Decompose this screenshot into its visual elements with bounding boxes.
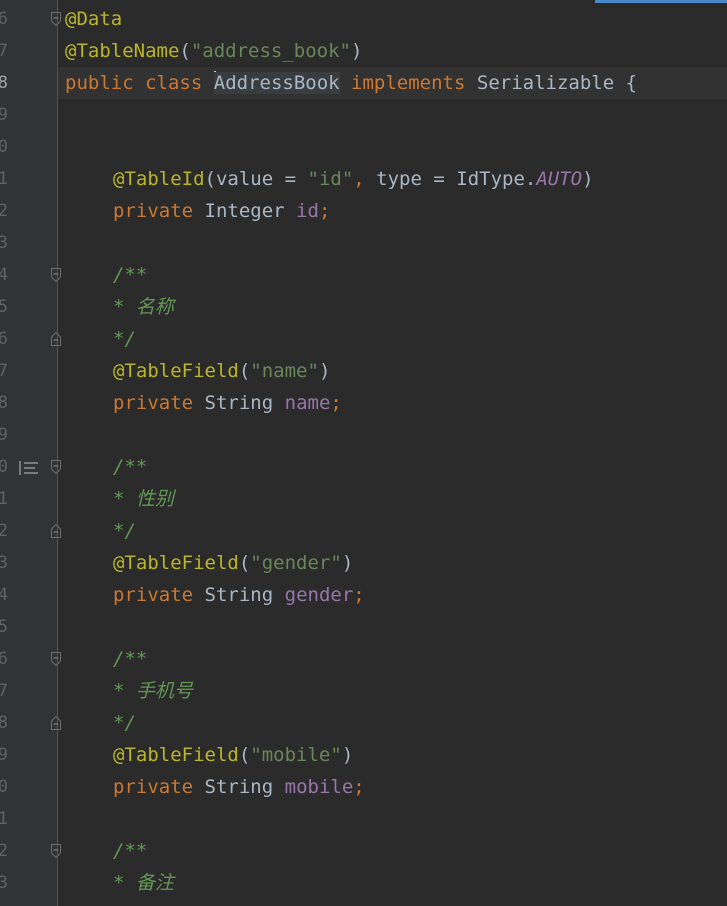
- code-text: /**: [113, 264, 148, 286]
- line-number: 0: [0, 777, 8, 797]
- code-text: * 备注: [113, 872, 174, 894]
- code-text: * 手机号: [113, 680, 193, 702]
- code-text: /**: [113, 840, 148, 862]
- fold-marker-icon[interactable]: [51, 12, 61, 26]
- code-text: private String mobile;: [113, 776, 365, 798]
- code-text: /**: [113, 648, 148, 670]
- code-line[interactable]: 1 @TableId(value = "id", type = IdType.A…: [0, 163, 727, 195]
- code-line[interactable]: 4 /**: [0, 259, 727, 291]
- code-text: private String name;: [113, 392, 342, 414]
- line-number: 5: [0, 617, 8, 637]
- line-number: 0: [0, 137, 8, 157]
- line-number: 5: [0, 297, 8, 317]
- code-text: @TableName("address_book"): [65, 40, 363, 62]
- code-text: * 性别: [113, 488, 174, 510]
- line-number: 7: [0, 681, 8, 701]
- code-line[interactable]: 9 @TableField("mobile"): [0, 739, 727, 771]
- code-line[interactable]: 7 @TableName("address_book"): [0, 35, 727, 67]
- line-number: 2: [0, 841, 8, 861]
- code-line[interactable]: 1: [0, 803, 727, 835]
- line-number: 1: [0, 809, 8, 829]
- line-number: 6: [0, 649, 8, 669]
- line-number: 2: [0, 521, 8, 541]
- code-text: @TableField("gender"): [113, 552, 354, 574]
- code-line[interactable]: 3 @TableField("gender"): [0, 547, 727, 579]
- code-line[interactable]: 7 * 手机号: [0, 675, 727, 707]
- line-number: 7: [0, 361, 8, 381]
- code-line[interactable]: 3 * 备注: [0, 867, 727, 899]
- code-text: @TableField("mobile"): [113, 744, 354, 766]
- code-line[interactable]: 4 private String gender;: [0, 579, 727, 611]
- code-line[interactable]: 5: [0, 611, 727, 643]
- code-text: private Integer id;: [113, 200, 331, 222]
- code-line[interactable]: 7 @TableField("name"): [0, 355, 727, 387]
- line-number: 9: [0, 105, 8, 125]
- code-text: @TableField("name"): [113, 360, 331, 382]
- fold-end-marker-icon[interactable]: [51, 524, 61, 538]
- line-number: 3: [0, 553, 8, 573]
- code-line[interactable]: 2 */: [0, 515, 727, 547]
- code-text: */: [113, 520, 136, 542]
- line-number: 6: [0, 9, 8, 29]
- implementation-marker-icon[interactable]: [19, 459, 39, 475]
- fold-marker-icon[interactable]: [51, 460, 61, 474]
- line-number: 6: [0, 329, 8, 349]
- code-line[interactable]: 0 private String mobile;: [0, 771, 727, 803]
- code-text: @TableId(value = "id", type = IdType.AUT…: [113, 168, 594, 190]
- code-line[interactable]: 6 @Data: [0, 3, 727, 35]
- code-line[interactable]: 8 */: [0, 707, 727, 739]
- code-line[interactable]: 2 /**: [0, 835, 727, 867]
- fold-end-marker-icon[interactable]: [51, 716, 61, 730]
- line-number: 1: [0, 489, 8, 509]
- code-text: /**: [113, 456, 148, 478]
- code-text: @Data: [65, 8, 123, 30]
- code-text: private String gender;: [113, 584, 365, 606]
- line-number: 3: [0, 873, 8, 893]
- fold-marker-icon[interactable]: [51, 652, 61, 666]
- code-text: */: [113, 328, 136, 350]
- code-line[interactable]: 9: [0, 419, 727, 451]
- code-text: * 名称: [113, 296, 174, 318]
- line-number: 8: [0, 73, 8, 93]
- fold-marker-icon[interactable]: [51, 844, 61, 858]
- code-line-current[interactable]: 8 public class AddressBook implements Se…: [0, 67, 727, 99]
- line-number: 3: [0, 233, 8, 253]
- line-number: 8: [0, 713, 8, 733]
- code-text: public class AddressBook implements Seri…: [65, 71, 638, 94]
- code-line[interactable]: 1 * 性别: [0, 483, 727, 515]
- code-line[interactable]: 0 /**: [0, 451, 727, 483]
- code-line[interactable]: 8 private String name;: [0, 387, 727, 419]
- line-number: 1: [0, 169, 8, 189]
- code-line[interactable]: 6 */: [0, 323, 727, 355]
- code-line[interactable]: 6 /**: [0, 643, 727, 675]
- line-number: 0: [0, 457, 8, 477]
- fold-marker-icon[interactable]: [51, 268, 61, 282]
- code-line[interactable]: 2 private Integer id;: [0, 195, 727, 227]
- line-number: 9: [0, 745, 8, 765]
- line-number: 2: [0, 201, 8, 221]
- code-line[interactable]: 5 * 名称: [0, 291, 727, 323]
- line-number: 7: [0, 41, 8, 61]
- line-number: 4: [0, 585, 8, 605]
- code-line[interactable]: 3: [0, 227, 727, 259]
- line-number: 8: [0, 393, 8, 413]
- fold-end-marker-icon[interactable]: [51, 332, 61, 346]
- line-number: 9: [0, 425, 8, 445]
- code-line[interactable]: 9: [0, 99, 727, 131]
- code-editor[interactable]: 6 @Data 7 @TableName("address_book") 8 p…: [0, 0, 727, 906]
- code-line[interactable]: 0: [0, 131, 727, 163]
- code-text: */: [113, 712, 136, 734]
- line-number: 4: [0, 265, 8, 285]
